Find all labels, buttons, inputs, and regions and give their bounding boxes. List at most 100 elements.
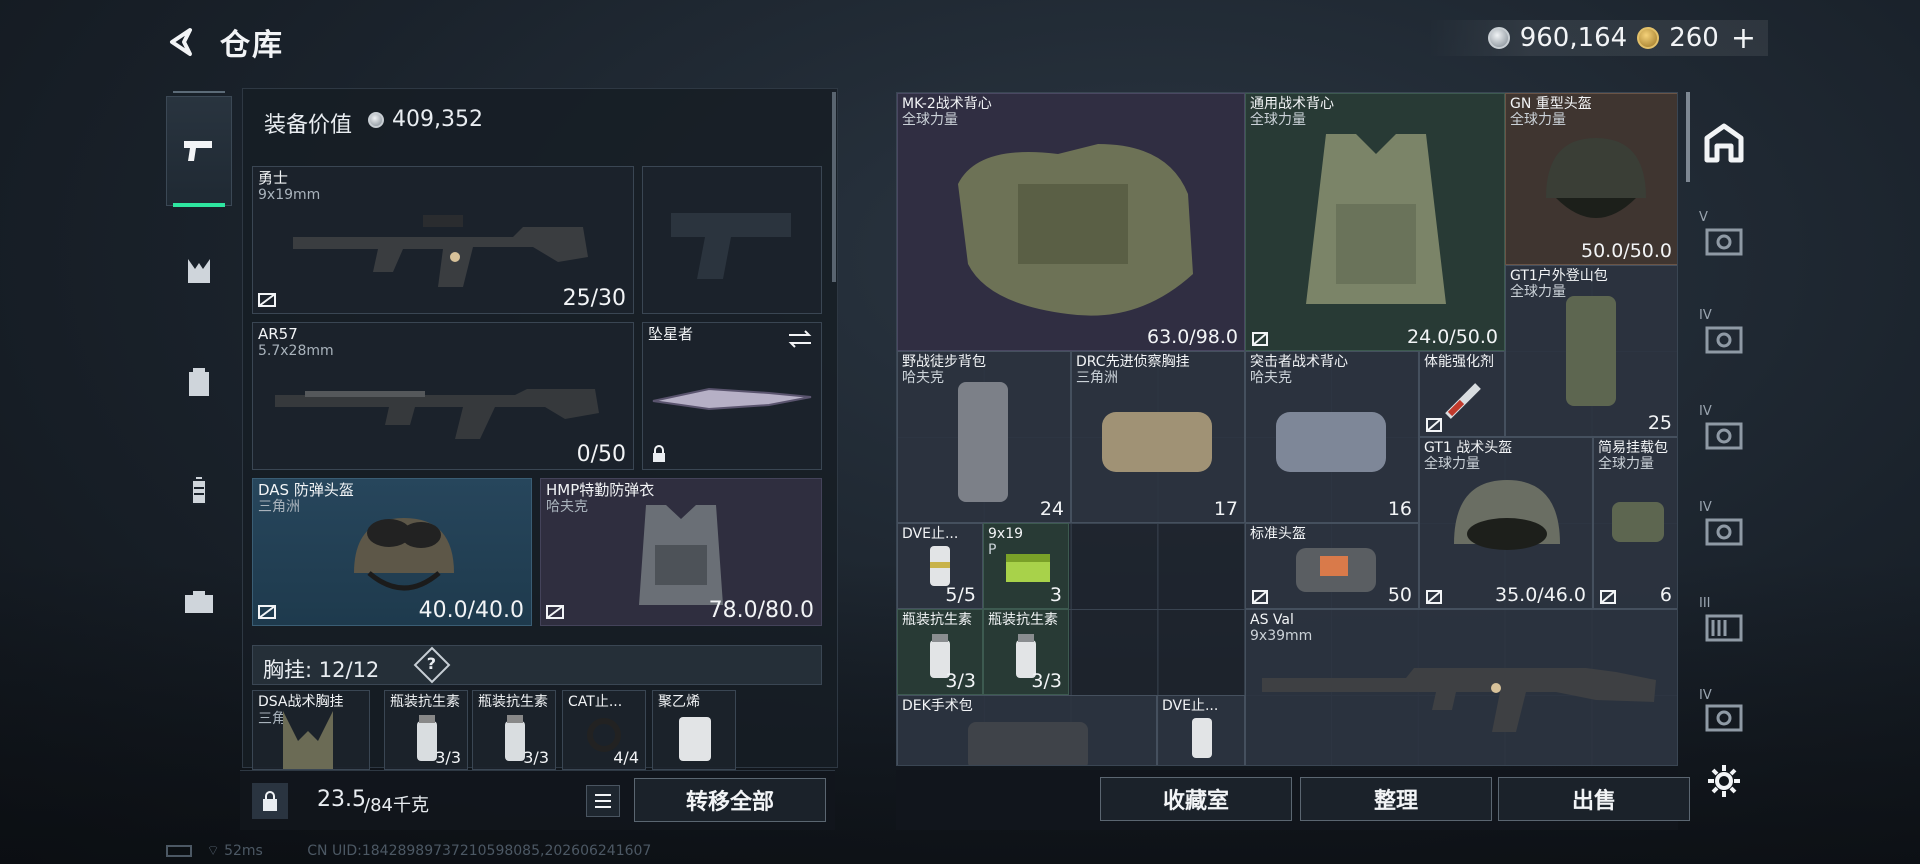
tab-weapons[interactable] bbox=[166, 91, 232, 207]
item-name: 瓶装抗生素 bbox=[390, 694, 460, 710]
tab-all-stash[interactable] bbox=[1699, 118, 1749, 168]
stash-item[interactable]: GT1户外登山包 全球力量 25 bbox=[1505, 265, 1677, 437]
tab-stash-iv-1[interactable]: IV bbox=[1699, 308, 1749, 362]
surgical-kit-image bbox=[968, 722, 1088, 765]
transfer-all-button[interactable]: 转移全部 bbox=[634, 778, 826, 822]
stash-item[interactable]: DVE止... bbox=[1157, 695, 1245, 765]
battery-icon bbox=[166, 845, 192, 857]
stash-item[interactable]: GT1 战术头盔 全球力量 35.0/46.0 bbox=[1419, 437, 1593, 609]
no-insure-icon bbox=[1600, 590, 1616, 604]
stash-item[interactable]: DEK手术包 bbox=[897, 695, 1157, 765]
stash-item[interactable]: 体能强化剂 bbox=[1419, 351, 1505, 437]
no-insure-icon bbox=[1252, 590, 1268, 604]
chest-rig-header: 胸挂: 12/12 ? bbox=[252, 645, 822, 685]
stash-item[interactable]: 野战徒步背包 哈夫克 24 bbox=[897, 351, 1071, 523]
item-durability: 50.0/50.0 bbox=[1580, 240, 1672, 262]
helmet-faction: 三角洲 bbox=[258, 499, 300, 515]
secondary-weapon-slot[interactable]: AR57 5.7x28mm 0/50 bbox=[252, 322, 634, 470]
pistol-slot-empty[interactable] bbox=[642, 166, 822, 314]
sort-button[interactable]: 整理 bbox=[1300, 777, 1492, 821]
back-button[interactable] bbox=[162, 22, 202, 62]
stash-item[interactable]: AS Val 9x39mm bbox=[1245, 609, 1677, 765]
vest-image bbox=[1276, 412, 1386, 472]
item-name: DVE止... bbox=[902, 526, 959, 542]
chest-item-polyethylene[interactable]: 聚乙烯 bbox=[652, 690, 736, 770]
item-capacity: 6 bbox=[1659, 584, 1672, 606]
item-faction: 三角洲 bbox=[1076, 370, 1118, 386]
tab-backpack[interactable] bbox=[166, 326, 232, 436]
item-faction: 哈夫克 bbox=[902, 370, 944, 386]
collection-room-button[interactable]: 收藏室 bbox=[1100, 777, 1292, 821]
chest-item-antibiotic[interactable]: 瓶装抗生素 3/3 bbox=[472, 690, 556, 770]
stash-tab-iv-4[interactable]: IV bbox=[1694, 688, 1754, 744]
stash-item[interactable]: GN 重型头盔 全球力量 50.0/50.0 bbox=[1505, 93, 1677, 265]
rifle-image bbox=[1262, 668, 1656, 732]
pouch-image bbox=[1612, 502, 1664, 542]
item-name: DRC先进侦察胸挂 bbox=[1076, 354, 1190, 370]
stash-item[interactable]: MK-2战术背心 全球力量 63.0/98.0 bbox=[897, 93, 1245, 351]
weapon-name: AR57 bbox=[258, 325, 298, 343]
tab-stash-v[interactable]: V bbox=[1699, 210, 1749, 264]
item-count: 3/3 bbox=[945, 670, 976, 692]
list-view-button[interactable] bbox=[586, 785, 620, 817]
primary-weapon-slot[interactable]: 勇士 9x19mm 25/30 bbox=[252, 166, 634, 314]
settings-button[interactable] bbox=[1705, 762, 1743, 800]
stash-scrollbar[interactable] bbox=[1686, 92, 1690, 182]
stash-item[interactable]: 简易挂载包 全球力量 6 bbox=[1593, 437, 1677, 609]
list-icon bbox=[595, 794, 611, 808]
stash-item[interactable]: DRC先进侦察胸挂 三角洲 17 bbox=[1071, 351, 1245, 523]
no-insure-icon bbox=[1426, 418, 1442, 432]
item-name: 突击者战术背心 bbox=[1250, 354, 1348, 370]
no-insure-icon bbox=[258, 605, 276, 619]
tab-case[interactable] bbox=[166, 546, 232, 656]
durability: 40.0/40.0 bbox=[418, 598, 524, 623]
chest-item-tourniquet[interactable]: CAT止... 4/4 bbox=[562, 690, 646, 770]
stash-item[interactable]: 通用战术背心 全球力量 24.0/50.0 bbox=[1245, 93, 1505, 351]
stash-item[interactable]: 9x19 P 3 bbox=[983, 523, 1069, 609]
durability: 78.0/80.0 bbox=[708, 598, 814, 623]
item-name: DEK手术包 bbox=[902, 698, 973, 714]
wifi-icon: ⌔ bbox=[206, 843, 220, 859]
tab-stash-iii[interactable]: III bbox=[1699, 596, 1749, 650]
helmet-slot[interactable]: DAS 防弹头盔 三角洲 40.0/40.0 bbox=[252, 478, 532, 626]
smg-image bbox=[293, 215, 588, 287]
swap-icon[interactable] bbox=[787, 329, 813, 349]
chest-rig-item[interactable]: DSA战术胸挂 三角 bbox=[252, 690, 370, 770]
stash-item[interactable]: 标准头盔 50 bbox=[1245, 523, 1419, 609]
item-name: DSA战术胸挂 bbox=[258, 694, 344, 710]
item-faction: 哈夫克 bbox=[1250, 370, 1292, 386]
pistol-silhouette-icon bbox=[671, 213, 791, 279]
item-name: GT1 战术头盔 bbox=[1424, 440, 1513, 456]
melee-slot[interactable]: 坠星者 bbox=[642, 322, 822, 470]
chest-rig-image bbox=[1102, 412, 1212, 472]
item-subtype: P bbox=[988, 542, 997, 558]
chest-item-antibiotic[interactable]: 瓶装抗生素 3/3 bbox=[384, 690, 468, 770]
item-capacity: 24 bbox=[1039, 498, 1064, 520]
chest-rig-label: 胸挂: 12/12 bbox=[263, 658, 380, 682]
help-button[interactable]: ? bbox=[413, 646, 451, 684]
loadout-scrollbar[interactable] bbox=[832, 92, 836, 282]
tab-stash-iv-2[interactable]: IV bbox=[1699, 404, 1749, 458]
add-currency-button[interactable]: + bbox=[1731, 21, 1756, 56]
stash-grid: MK-2战术背心 全球力量 63.0/98.0 通用战术背心 全球力量 24.0… bbox=[896, 92, 1678, 766]
armor-slot[interactable]: HMP特勤防弹衣 哈夫克 78.0/80.0 bbox=[540, 478, 822, 626]
backpack-image bbox=[958, 382, 1008, 502]
pistol-icon bbox=[184, 141, 212, 161]
syringe-image bbox=[1445, 383, 1481, 419]
stash-item[interactable]: DVE止... 5/5 bbox=[897, 523, 983, 609]
item-durability: 24.0/50.0 bbox=[1406, 326, 1498, 348]
armor-faction: 哈夫克 bbox=[546, 499, 588, 515]
item-name: GT1户外登山包 bbox=[1510, 268, 1608, 284]
stash-item[interactable]: 瓶装抗生素 3/3 bbox=[983, 609, 1069, 695]
tab-chest-rig[interactable] bbox=[166, 216, 232, 326]
loadout-footer: 23.5 /84千克 转移全部 bbox=[240, 770, 835, 830]
stash-item[interactable]: 突击者战术背心 哈夫克 16 bbox=[1245, 351, 1419, 523]
silver-amount: 960,164 bbox=[1519, 23, 1628, 53]
chest-rig-capacity: 12/12 bbox=[318, 658, 380, 682]
sell-button[interactable]: 出售 bbox=[1498, 777, 1690, 821]
tab-pouch[interactable] bbox=[166, 436, 232, 546]
tab-stash-iv-3[interactable]: IV bbox=[1699, 500, 1749, 554]
stash-item[interactable]: 瓶装抗生素 3/3 bbox=[897, 609, 983, 695]
injector-image bbox=[1192, 718, 1212, 758]
item-capacity: 25 bbox=[1647, 412, 1672, 434]
